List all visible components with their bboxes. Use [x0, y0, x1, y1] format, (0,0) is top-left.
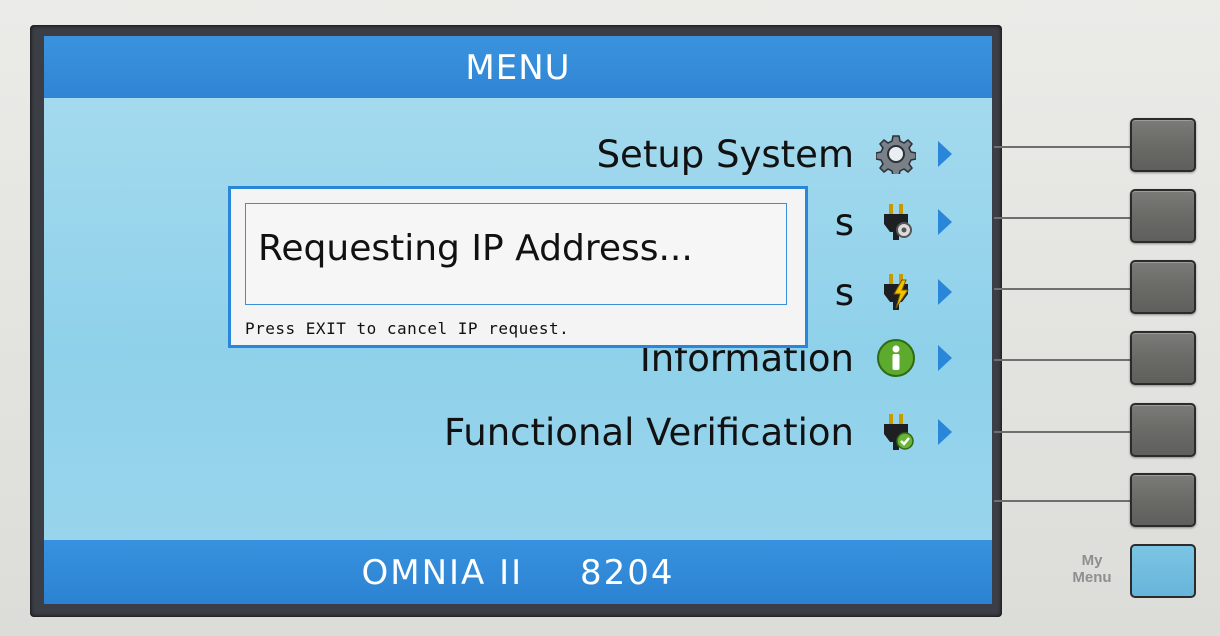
softkey-3-button[interactable]	[1130, 260, 1196, 314]
menu-item-label: Functional Verification	[444, 410, 854, 454]
chevron-right-icon	[938, 279, 952, 305]
screen-title: MENU	[44, 36, 992, 98]
chevron-right-icon	[938, 141, 952, 167]
my-menu-label: My Menu	[1072, 552, 1112, 586]
softkey-guide-line	[994, 500, 1134, 502]
plug-lightning-icon	[876, 272, 916, 312]
chevron-right-icon	[938, 345, 952, 371]
gear-icon	[876, 134, 916, 174]
chevron-right-icon	[938, 419, 952, 445]
dialog-hint: Press EXIT to cancel IP request.	[245, 319, 570, 338]
softkey-guide-line	[994, 217, 1134, 219]
softkey-6-button[interactable]	[1130, 473, 1196, 527]
footer-number: 8204	[579, 553, 675, 593]
info-icon	[876, 338, 916, 378]
lcd-screen: MENU Setup System s s Information Functi…	[44, 36, 992, 604]
softkey-guide-line	[994, 288, 1134, 290]
footer-model: OMNIA II	[361, 553, 524, 593]
softkey-4-button[interactable]	[1130, 331, 1196, 385]
softkey-guide-line	[994, 146, 1134, 148]
chevron-right-icon	[938, 209, 952, 235]
plug-gear-icon	[876, 202, 916, 242]
menu-item-label: s	[834, 200, 854, 244]
screen-footer: OMNIA II 8204	[44, 540, 992, 604]
menu-item-functional-verification[interactable]: Functional Verification	[444, 402, 952, 462]
softkey-1-button[interactable]	[1130, 118, 1196, 172]
my-menu-button[interactable]	[1130, 544, 1196, 598]
softkey-guide-line	[994, 431, 1134, 433]
softkey-guide-line	[994, 359, 1134, 361]
dialog-message: Requesting IP Address...	[258, 228, 693, 269]
menu-item-setup-system[interactable]: Setup System	[597, 124, 952, 184]
softkey-5-button[interactable]	[1130, 403, 1196, 457]
menu-item-label: Setup System	[596, 132, 854, 176]
dialog-message-box: Requesting IP Address...	[245, 203, 787, 305]
menu-item-label: s	[834, 270, 854, 314]
softkey-2-button[interactable]	[1130, 189, 1196, 243]
menu-item-3[interactable]: s	[835, 262, 952, 322]
menu-item-2[interactable]: s	[835, 192, 952, 252]
ip-request-dialog: Requesting IP Address... Press EXIT to c…	[228, 186, 808, 348]
plug-check-icon	[876, 412, 916, 452]
